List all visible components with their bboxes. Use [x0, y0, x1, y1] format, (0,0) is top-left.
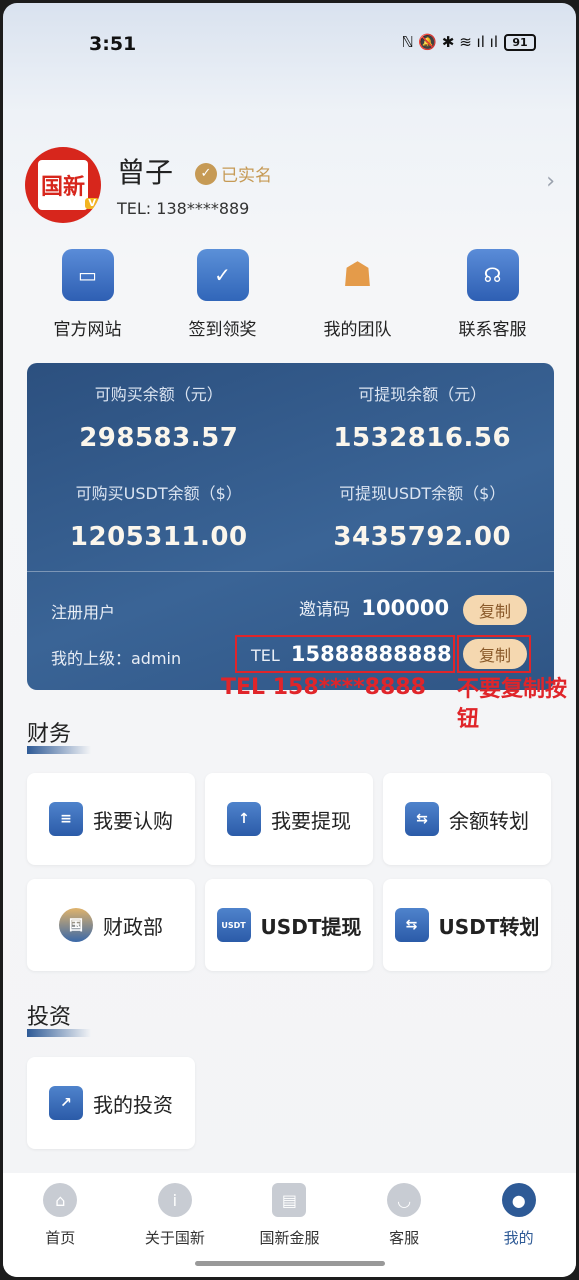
- treasury-icon: 国: [59, 908, 93, 942]
- transfer-icon: ⇆: [405, 802, 439, 836]
- registered-label: 注册用户: [51, 603, 116, 622]
- team-icon: ☗: [342, 255, 373, 295]
- quick-label: 签到领奖: [188, 320, 257, 340]
- balance-label: 可提现USDT余额（$）: [339, 484, 506, 503]
- quick-my-team[interactable]: ☗ 我的团队: [295, 249, 420, 345]
- card-balance-transfer[interactable]: ⇆ 余额转划: [383, 773, 551, 865]
- invite-code: 100000: [361, 596, 450, 620]
- card-my-investment[interactable]: ↗ 我的投资: [27, 1057, 195, 1149]
- wallet-icon: ↑: [227, 802, 261, 836]
- verified-badge: ✓ 已实名: [195, 161, 272, 186]
- verified-label: 已实名: [221, 166, 272, 186]
- invite-label: 邀请码: [299, 600, 350, 620]
- balance-value: 3435792.00: [333, 522, 512, 552]
- card-label: 我要提现: [271, 808, 351, 833]
- card-label: USDT提现: [260, 914, 362, 939]
- card-label: 我要认购: [93, 808, 173, 833]
- registered-row: 注册用户: [51, 599, 531, 623]
- copy-invite-button[interactable]: 复制: [463, 595, 527, 625]
- card-withdraw[interactable]: ↑ 我要提现: [205, 773, 373, 865]
- balance-grid: 可购买余额（元） 298583.57 可提现余额（元） 1532816.56 可…: [27, 363, 554, 571]
- divider: [27, 571, 554, 572]
- tab-label: 关于国新: [144, 1229, 205, 1247]
- calendar-check-icon: ✓: [196, 249, 249, 301]
- balance-value: 1205311.00: [69, 522, 248, 552]
- headset-icon: ☊: [466, 249, 519, 301]
- usdt-wallet-icon: USDT: [216, 908, 251, 942]
- finance-service-icon: ▤: [272, 1183, 307, 1217]
- chevron-right-icon[interactable]: ›: [546, 169, 555, 194]
- balance-withdraw-usdt: 可提现USDT余额（$） 3435792.00: [291, 480, 555, 552]
- tab-home[interactable]: ⌂ 首页: [5, 1183, 115, 1277]
- status-time: 3:51: [89, 33, 137, 55]
- home-icon: ⌂: [43, 1183, 78, 1217]
- annotation-box-tel: [235, 635, 455, 673]
- balance-buy: 可购买余额（元） 298583.57: [27, 381, 291, 453]
- finance-section-title: 财务: [27, 716, 92, 754]
- tab-label: 首页: [45, 1229, 76, 1247]
- superior-label: 我的上级：admin: [51, 649, 182, 668]
- tab-mine[interactable]: ● 我的: [464, 1183, 574, 1277]
- invest-section-title: 投资: [27, 999, 92, 1037]
- info-icon: i: [157, 1183, 192, 1217]
- tab-label: 我的: [503, 1229, 534, 1247]
- quick-actions: ▭ 官方网站 ✓ 签到领奖 ☗ 我的团队 ☊ 联系客服: [25, 249, 555, 345]
- quick-label: 我的团队: [323, 320, 392, 340]
- quick-customer-service[interactable]: ☊ 联系客服: [430, 249, 555, 345]
- balance-label: 可购买余额（元）: [94, 385, 223, 404]
- balance-label: 可提现余额（元）: [358, 385, 487, 404]
- usdt-transfer-icon: ⇆: [394, 908, 429, 942]
- tab-label: 国新金服: [259, 1229, 320, 1247]
- annotation-tel-note: TEL 158****8888: [221, 675, 426, 700]
- status-bar: 3:51 ℕ 🔕 ✱ ≋ ıl ıl 91: [3, 3, 576, 87]
- annotation-copy-note: 不要复制按钮: [457, 677, 568, 732]
- quick-official-site[interactable]: ▭ 官方网站: [25, 249, 150, 345]
- balance-label: 可购买USDT余额（$）: [75, 484, 242, 503]
- card-label: 我的投资: [93, 1092, 173, 1117]
- balance-card: 可购买余额（元） 298583.57 可提现余额（元） 1532816.56 可…: [27, 363, 554, 690]
- card-usdt-withdraw[interactable]: USDT USDT提现: [205, 879, 373, 971]
- home-indicator[interactable]: [195, 1261, 385, 1266]
- verified-icon: ✓: [195, 162, 217, 185]
- app-screen: 3:51 ℕ 🔕 ✱ ≋ ıl ıl 91 国新 V 曾子 ✓ 已实名 TEL:…: [3, 3, 576, 1277]
- quick-sign-in[interactable]: ✓ 签到领奖: [160, 249, 285, 345]
- balance-value: 298583.57: [79, 423, 239, 453]
- user-tel: TEL: 138****889: [117, 199, 250, 218]
- invite-code-row: 邀请码 100000: [299, 595, 449, 620]
- status-icons: ℕ 🔕 ✱ ≋ ıl ıl 91: [402, 33, 536, 51]
- monitor-icon: ▭: [61, 249, 114, 301]
- avatar-logo: 国新: [38, 160, 88, 210]
- card-treasury[interactable]: 国 财政部: [27, 879, 195, 971]
- annotation-box-copy: [457, 635, 531, 673]
- balance-value: 1532816.56: [333, 423, 512, 453]
- user-icon: ●: [501, 1183, 536, 1217]
- profile-header[interactable]: 国新 V 曾子 ✓ 已实名 TEL: 138****889 ›: [25, 145, 555, 225]
- quick-label: 联系客服: [458, 320, 527, 340]
- user-name: 曾子: [117, 156, 174, 189]
- signal-icons: ℕ 🔕 ✱ ≋ ıl ıl: [401, 33, 498, 51]
- card-usdt-transfer[interactable]: ⇆ USDT转划: [383, 879, 551, 971]
- chat-icon: ◡: [387, 1183, 422, 1217]
- card-label: 财政部: [103, 914, 163, 939]
- balance-withdraw: 可提现余额（元） 1532816.56: [291, 381, 555, 453]
- investment-chart-icon: ↗: [49, 1086, 83, 1120]
- subscribe-icon: ≡: [49, 802, 83, 836]
- tab-label: 客服: [389, 1229, 420, 1247]
- vip-badge: V: [85, 198, 99, 209]
- balance-buy-usdt: 可购买USDT余额（$） 1205311.00: [27, 480, 291, 552]
- card-label: USDT转划: [438, 914, 540, 939]
- battery-icon: 91: [504, 33, 536, 51]
- quick-label: 官方网站: [53, 320, 122, 340]
- card-label: 余额转划: [449, 808, 529, 833]
- card-subscribe[interactable]: ≡ 我要认购: [27, 773, 195, 865]
- avatar: 国新 V: [25, 147, 101, 223]
